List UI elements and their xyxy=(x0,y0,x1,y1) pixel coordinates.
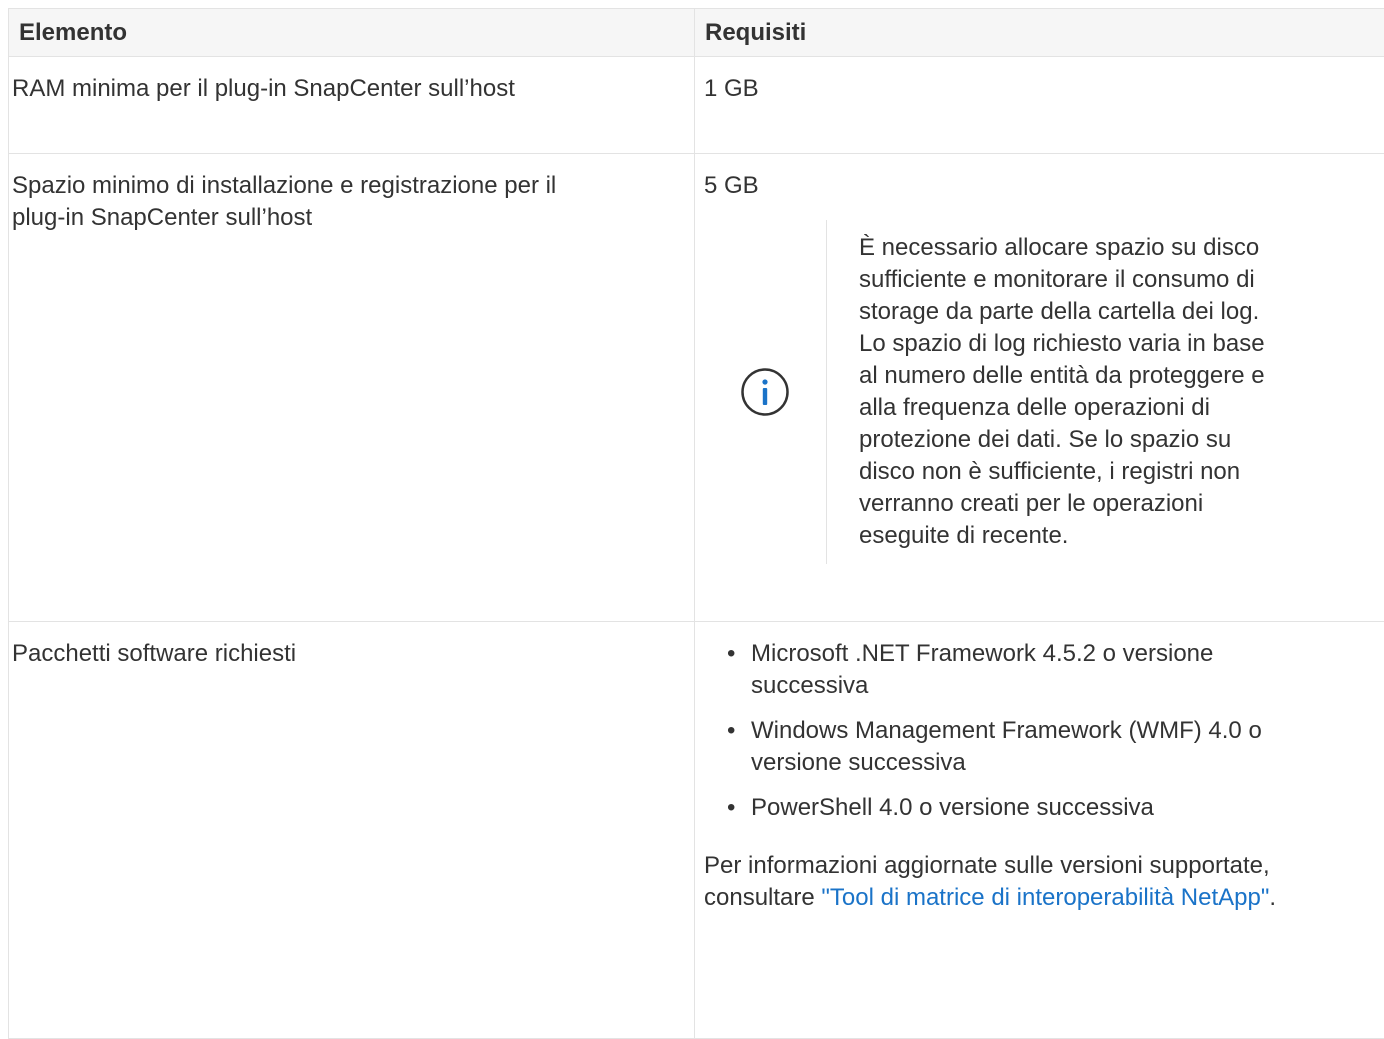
row-space-element: Spazio minimo di installazione e registr… xyxy=(9,154,695,622)
row-ram-element: RAM minima per il plug-in SnapCenter sul… xyxy=(9,57,695,154)
row-space-element-line: Spazio minimo di installazione e registr… xyxy=(12,170,684,202)
note-line: alla frequenza delle operazioni di xyxy=(859,392,1265,424)
interop-suffix: . xyxy=(1269,884,1276,911)
requirements-table: Elemento Requisiti RAM minima per il plu… xyxy=(8,8,1384,1039)
table-row: Spazio minimo di installazione e registr… xyxy=(9,154,1384,622)
row-software-requirement-cell: Microsoft .NET Framework 4.5.2 o version… xyxy=(695,622,1384,1039)
list-item: PowerShell 4.0 o versione successiva xyxy=(725,792,1380,824)
info-icon-wrap xyxy=(704,220,826,564)
table-row: RAM minima per il plug-in SnapCenter sul… xyxy=(9,57,1384,154)
software-list: Microsoft .NET Framework 4.5.2 o version… xyxy=(704,638,1380,824)
note-line: storage da parte della cartella dei log. xyxy=(859,296,1265,328)
note-line: verranno creati per le operazioni xyxy=(859,488,1265,520)
note-line: eseguite di recente. xyxy=(859,520,1265,552)
list-item: Microsoft .NET Framework 4.5.2 o version… xyxy=(725,638,1380,702)
interop-info-line2: consultare "Tool di matrice di interoper… xyxy=(704,882,1380,914)
info-note: È necessario allocare spazio su disco su… xyxy=(704,220,1380,564)
note-line: al numero delle entità da proteggere e xyxy=(859,360,1265,392)
table-row: Pacchetti software richiesti Microsoft .… xyxy=(9,622,1384,1039)
interop-prefix: consultare xyxy=(704,884,821,911)
row-space-requirement: 5 GB xyxy=(704,170,1380,202)
list-item-line: successiva xyxy=(751,670,1380,702)
note-line: protezione dei dati. Se lo spazio su xyxy=(859,424,1265,456)
list-item: Windows Management Framework (WMF) 4.0 o… xyxy=(725,715,1380,779)
list-item-line: PowerShell 4.0 o versione successiva xyxy=(751,792,1380,824)
note-line: disco non è sufficiente, i registri non xyxy=(859,456,1265,488)
interop-info-line: Per informazioni aggiornate sulle versio… xyxy=(704,850,1380,882)
note-line: È necessario allocare spazio su disco xyxy=(859,232,1265,264)
info-circle-icon xyxy=(740,367,790,417)
info-note-text: È necessario allocare spazio su disco su… xyxy=(826,220,1265,564)
row-software-element: Pacchetti software richiesti xyxy=(9,622,695,1039)
table-header-row: Elemento Requisiti xyxy=(9,9,1384,57)
header-element: Elemento xyxy=(9,9,695,57)
row-ram-requirement: 1 GB xyxy=(695,57,1384,154)
note-line: Lo spazio di log richiesto varia in base xyxy=(859,328,1265,360)
row-space-element-line: plug-in SnapCenter sull’host xyxy=(12,202,684,234)
row-space-requirement-cell: 5 GB È necessario allocare spazio su dis… xyxy=(695,154,1384,622)
list-item-line: Microsoft .NET Framework 4.5.2 o version… xyxy=(751,638,1380,670)
list-item-line: versione successiva xyxy=(751,747,1380,779)
list-item-line: Windows Management Framework (WMF) 4.0 o xyxy=(751,715,1380,747)
header-requirements: Requisiti xyxy=(695,9,1384,57)
note-line: sufficiente e monitorare il consumo di xyxy=(859,264,1265,296)
interop-info-text: Per informazioni aggiornate sulle versio… xyxy=(704,850,1380,914)
interop-matrix-link[interactable]: "Tool di matrice di interoperabilità Net… xyxy=(821,884,1269,911)
